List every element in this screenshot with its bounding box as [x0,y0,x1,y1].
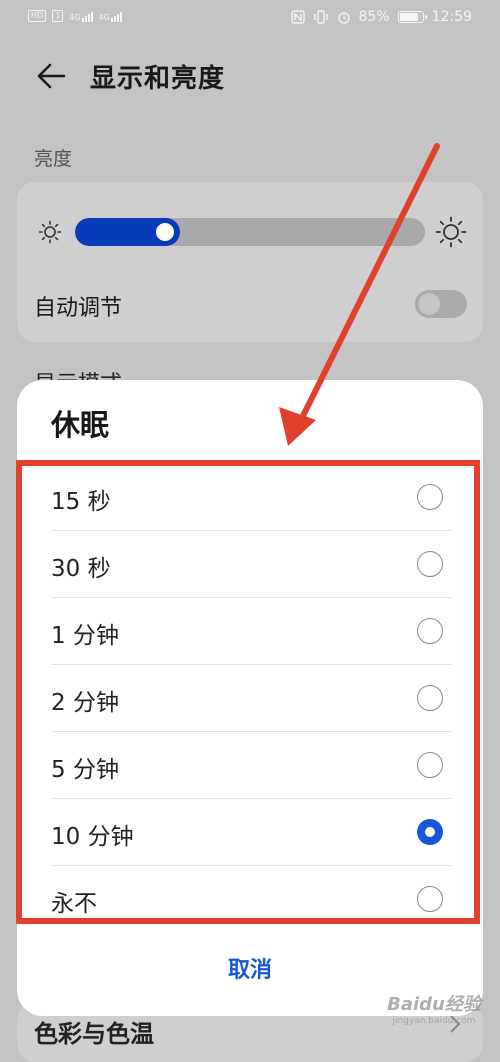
network-type-label: 4G [98,13,110,22]
nfc-icon [290,10,305,24]
dialog-title: 休眠 [51,408,110,442]
clock: 12:59 [431,9,472,25]
display-mode-label: 显示模式 [34,366,122,380]
vibrate-icon [313,10,328,24]
brightness-section-label: 亮度 [34,148,73,170]
sun-low-icon [38,220,62,244]
cancel-button[interactable]: 取消 [17,952,483,984]
auto-brightness-label: 自动调节 [34,296,123,321]
hd-badge: HD [28,10,47,22]
signal-icon [110,12,122,22]
brightness-slider[interactable] [75,218,425,246]
status-bar: HD 1 4G 4G 85% 12:59 [0,0,500,36]
status-right: 85% 12:59 [290,9,472,25]
sun-high-icon [435,216,467,248]
watermark-sub: jingyan.baidu.com [392,1016,476,1026]
sim-badge: 1 [52,10,64,22]
page-title: 显示和亮度 [90,64,226,94]
annotation-highlight-box [16,460,480,924]
network-type-label: 4G [69,13,81,22]
color-temperature-label: 色彩与色温 [34,1020,154,1048]
back-arrow-icon[interactable] [34,58,68,94]
battery-icon [397,11,427,23]
signal-icon [81,12,93,22]
toggle-knob [418,293,440,315]
auto-brightness-toggle[interactable] [415,290,467,318]
alarm-icon [337,12,350,24]
brightness-slider-knob[interactable] [156,223,174,241]
network-2: 4G [99,12,122,22]
status-left: HD 1 4G 4G [28,10,122,22]
battery-fill [399,13,418,21]
baidu-watermark: Baidu经验 jingyan.baidu.com [384,990,484,1026]
watermark-main: Baidu经验 [387,994,481,1015]
network-1: 4G [69,12,93,22]
battery-percent: 85% [358,9,390,25]
